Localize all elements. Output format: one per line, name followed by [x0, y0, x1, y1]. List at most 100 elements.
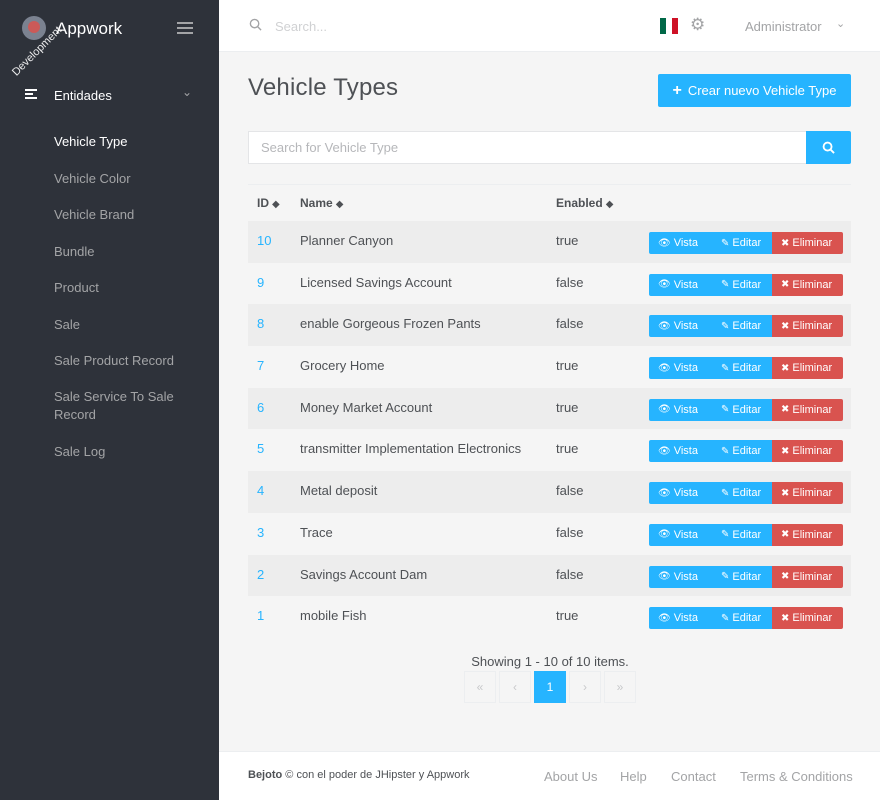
- view-button[interactable]: 👁 Vista: [649, 523, 711, 546]
- row-id-link[interactable]: 5: [257, 441, 264, 456]
- view-button[interactable]: 👁 Vista: [649, 482, 711, 505]
- menu-toggle-icon[interactable]: [177, 22, 193, 34]
- user-menu[interactable]: Administrator: [745, 19, 822, 34]
- footer-link-terms[interactable]: Terms & Conditions: [740, 769, 853, 784]
- row-id-link[interactable]: 4: [257, 483, 264, 498]
- delete-button[interactable]: ✖ Eliminar: [772, 357, 843, 380]
- column-header-name[interactable]: Name ◆: [300, 196, 343, 210]
- delete-button[interactable]: ✖ Eliminar: [772, 523, 843, 546]
- view-button[interactable]: 👁 Vista: [649, 607, 711, 630]
- row-enabled: false: [556, 274, 584, 290]
- gear-icon[interactable]: ⚙: [690, 16, 705, 34]
- row-id-link[interactable]: 1: [257, 608, 264, 623]
- delete-button[interactable]: ✖ Eliminar: [772, 315, 843, 338]
- delete-button[interactable]: ✖ Eliminar: [772, 607, 843, 630]
- sort-icon: ◆: [605, 199, 614, 210]
- sidebar-item-sale-product-record[interactable]: Sale Product Record: [54, 352, 204, 370]
- global-search-input[interactable]: [275, 16, 575, 36]
- footer-link-contact[interactable]: Contact: [671, 769, 716, 784]
- page-next-button[interactable]: ›: [569, 671, 601, 703]
- edit-button[interactable]: ✎ Editar: [711, 565, 772, 588]
- page-current-button[interactable]: 1: [534, 671, 566, 703]
- page-last-button[interactable]: »: [604, 671, 636, 703]
- eye-icon: 👁: [658, 487, 671, 499]
- row-id-link[interactable]: 9: [257, 275, 264, 290]
- footer-link-about[interactable]: About Us: [544, 769, 597, 784]
- brand: Appwork Development: [0, 0, 219, 78]
- view-label: Vista: [673, 570, 698, 583]
- pencil-icon: ✎: [721, 362, 730, 374]
- flag-mexico-icon[interactable]: [660, 18, 678, 34]
- page-first-button[interactable]: «: [464, 671, 496, 703]
- sidebar-item-product[interactable]: Product: [54, 279, 204, 297]
- sidebar: Appwork Development Entidades ⌄ Vehicle …: [0, 0, 219, 800]
- footer-brand: Bejoto: [248, 769, 283, 781]
- eye-icon: 👁: [658, 571, 671, 582]
- page-prev-button[interactable]: ‹: [499, 671, 531, 703]
- delete-button[interactable]: ✖ Eliminar: [772, 273, 843, 296]
- sidebar-item-sale-service-to-sale-record[interactable]: Sale Service To Sale Record: [54, 388, 204, 424]
- vehicle-types-table: ID ◆ Name ◆ Enabled ◆ 10 Planner Canyon true 👁…: [248, 184, 851, 638]
- row-name: Money Market Account: [300, 399, 433, 415]
- sidebar-item-bundle[interactable]: Bundle: [54, 243, 204, 261]
- row-id-link[interactable]: 3: [257, 525, 264, 540]
- vehicle-type-search-input[interactable]: [248, 131, 806, 164]
- row-actions: 👁 Vista ✎ Editar ✖ Eliminar: [649, 482, 843, 505]
- create-vehicle-type-button[interactable]: + Crear nuevo Vehicle Type: [658, 74, 851, 107]
- delete-button[interactable]: ✖ Eliminar: [772, 398, 843, 421]
- view-label: Vista: [673, 320, 698, 333]
- view-label: Vista: [673, 487, 698, 500]
- create-button-label: Crear nuevo Vehicle Type: [687, 83, 837, 98]
- view-button[interactable]: 👁 Vista: [649, 232, 711, 254]
- sidebar-item-vehicle-color[interactable]: Vehicle Color: [54, 170, 204, 188]
- sidebar-group-entidades[interactable]: Entidades ⌄: [0, 76, 219, 114]
- edit-button[interactable]: ✎ Editar: [711, 357, 772, 380]
- edit-button[interactable]: ✎ Editar: [711, 482, 772, 505]
- edit-button[interactable]: ✎ Editar: [711, 273, 772, 296]
- edit-button[interactable]: ✎ Editar: [711, 523, 772, 546]
- sidebar-item-sale[interactable]: Sale: [54, 316, 204, 334]
- edit-button[interactable]: ✎ Editar: [711, 440, 772, 463]
- column-header-enabled[interactable]: Enabled ◆: [556, 196, 613, 210]
- view-button[interactable]: 👁 Vista: [649, 398, 711, 421]
- delete-label: Eliminar: [792, 612, 833, 625]
- edit-button[interactable]: ✎ Editar: [711, 398, 772, 421]
- view-button[interactable]: 👁 Vista: [649, 440, 711, 463]
- eye-icon: 👁: [658, 279, 671, 291]
- row-id-link[interactable]: 8: [257, 316, 264, 331]
- row-id-link[interactable]: 7: [257, 358, 264, 373]
- row-id-link[interactable]: 6: [257, 400, 264, 415]
- column-header-id[interactable]: ID ◆: [257, 196, 280, 210]
- edit-label: Editar: [732, 362, 762, 375]
- view-button[interactable]: 👁 Vista: [649, 357, 711, 380]
- delete-button[interactable]: ✖ Eliminar: [772, 232, 843, 254]
- search-button[interactable]: [806, 131, 851, 164]
- sidebar-item-sale-log[interactable]: Sale Log: [54, 443, 204, 461]
- view-label: Vista: [673, 445, 698, 458]
- delete-label: Eliminar: [792, 362, 833, 375]
- pencil-icon: ✎: [721, 279, 730, 291]
- edit-button[interactable]: ✎ Editar: [711, 315, 772, 338]
- delete-button[interactable]: ✖ Eliminar: [772, 482, 843, 505]
- close-icon: ✖: [781, 612, 790, 624]
- eye-icon: 👁: [658, 612, 671, 624]
- footer-link-help[interactable]: Help: [620, 769, 647, 784]
- delete-button[interactable]: ✖ Eliminar: [772, 440, 843, 463]
- sidebar-item-vehicle-type[interactable]: Vehicle Type: [54, 133, 204, 151]
- table-header: ID ◆ Name ◆ Enabled ◆: [248, 185, 851, 221]
- close-icon: ✖: [781, 445, 790, 457]
- eye-icon: 👁: [658, 320, 671, 332]
- edit-button[interactable]: ✎ Editar: [711, 607, 772, 630]
- row-id-link[interactable]: 10: [257, 233, 271, 248]
- delete-button[interactable]: ✖ Eliminar: [772, 565, 843, 588]
- view-button[interactable]: 👁 Vista: [649, 565, 711, 588]
- sidebar-item-vehicle-brand[interactable]: Vehicle Brand: [54, 206, 204, 224]
- table-row: 3 Trace false 👁 Vista ✎ Editar ✖ Eliminar: [248, 513, 851, 555]
- view-button[interactable]: 👁 Vista: [649, 273, 711, 296]
- view-button[interactable]: 👁 Vista: [649, 315, 711, 338]
- edit-button[interactable]: ✎ Editar: [711, 232, 772, 254]
- row-id-link[interactable]: 2: [257, 567, 264, 582]
- pencil-icon: ✎: [721, 320, 730, 332]
- row-enabled: true: [556, 399, 579, 415]
- chevron-down-icon[interactable]: ⌄: [836, 17, 845, 30]
